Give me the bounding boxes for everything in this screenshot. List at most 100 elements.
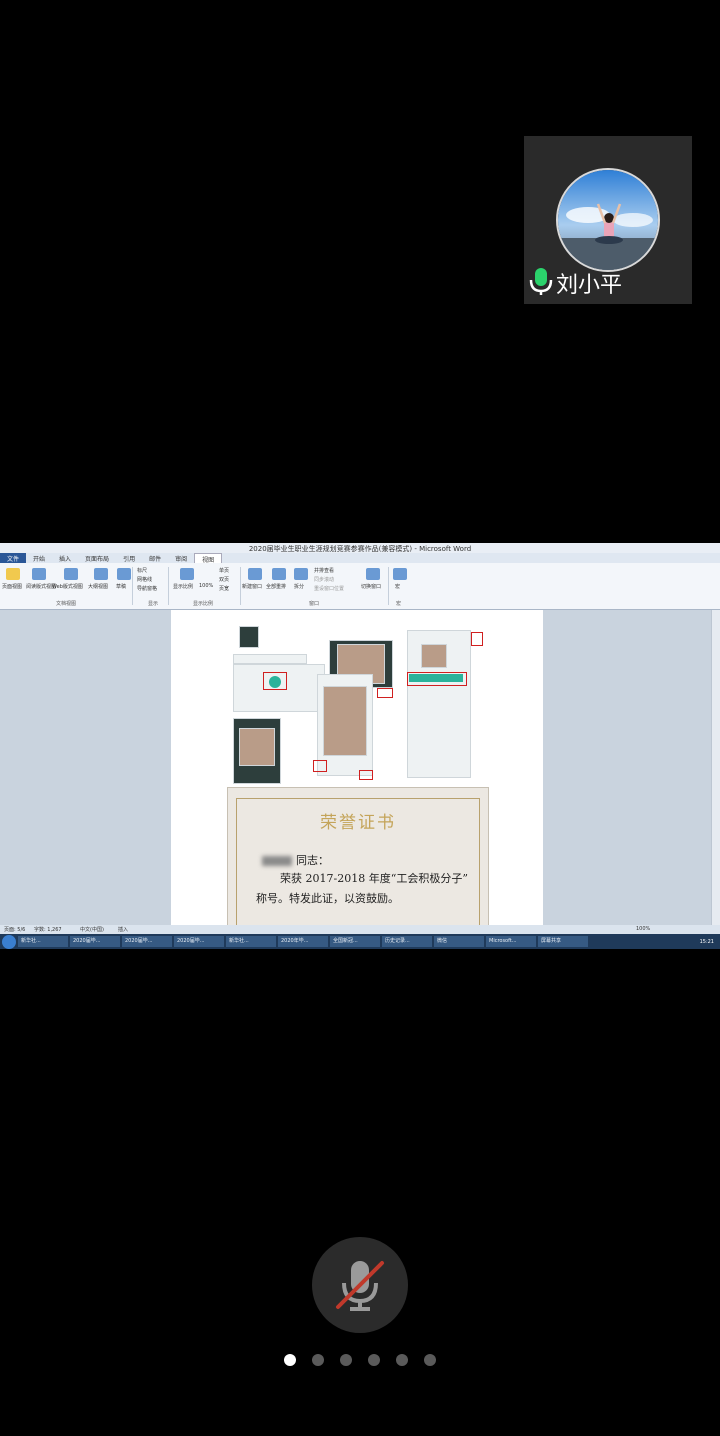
taskbar-item[interactable]: 2020届毕...: [174, 936, 224, 947]
tab-home[interactable]: 开始: [26, 553, 52, 563]
highlight-box: [359, 770, 373, 780]
ribbon-label: 全部重排: [266, 584, 287, 590]
ribbon-label: Web版式视图: [52, 584, 83, 590]
taskbar-item[interactable]: 新华社...: [226, 936, 276, 947]
tab-layout[interactable]: 页面布局: [78, 553, 116, 563]
language-indicator[interactable]: 中文(中国): [80, 926, 104, 933]
ribbon-divider: [132, 567, 133, 605]
page-indicator[interactable]: 页面: 5/6: [4, 926, 25, 933]
ribbon-tabs: 文件 开始 插入 页面布局 引用 邮件 审阅 视图: [0, 553, 720, 564]
nav-pane-checkbox[interactable]: 导航窗格: [137, 585, 157, 592]
page-view-icon[interactable]: [6, 568, 20, 580]
document-page[interactable]: 荣誉证书 同志： 荣获 2017-2018 年度“工会积极分子” 称号。特发此证…: [171, 610, 543, 929]
taskbar-item[interactable]: 屏幕共享: [538, 936, 588, 947]
reading-view-icon[interactable]: [32, 568, 46, 580]
ribbon-label: 草稿: [116, 584, 127, 590]
taskbar-item[interactable]: 新华社...: [18, 936, 68, 947]
taskbar-clock: 15:21: [699, 938, 714, 945]
certificate-photo-thumb: [421, 644, 447, 668]
highlight-box: [377, 688, 393, 698]
web-view-icon[interactable]: [64, 568, 78, 580]
taskbar-item[interactable]: 历史记录...: [382, 936, 432, 947]
participant-name: 刘小平: [556, 273, 623, 298]
ribbon-divider: [168, 567, 169, 605]
certificate-greeting-line: 同志：: [262, 852, 329, 868]
status-bar: 页面: 5/6 字数: 1,267 中文(中国) 插入 100%: [0, 925, 720, 934]
draft-view-icon[interactable]: [117, 568, 131, 580]
ruler-checkbox[interactable]: 标尺: [137, 567, 147, 574]
ribbon-label: 大纲视图: [88, 584, 109, 590]
word-title-bar: 2020届毕业生职业生涯规划竞赛参赛作品(兼容模式) - Microsoft W…: [0, 543, 720, 553]
switch-window-icon[interactable]: [366, 568, 380, 580]
tab-review[interactable]: 审阅: [168, 553, 194, 563]
ribbon-label: 页面视图: [2, 584, 23, 590]
taskbar-item[interactable]: 2020届毕...: [122, 936, 172, 947]
page-dot[interactable]: [312, 1354, 324, 1366]
certificate-photo-thumb: [323, 686, 367, 756]
outline-view-icon[interactable]: [94, 568, 108, 580]
taskbar-item[interactable]: 2020年毕...: [278, 936, 328, 947]
ribbon-group-label: 宏: [396, 601, 402, 607]
page-dot[interactable]: [424, 1354, 436, 1366]
ribbon: 页面视图 阅读版式视图 Web版式视图 大纲视图 草稿 文档视图 标尺 网格线 …: [0, 563, 720, 610]
page-width-button[interactable]: 页宽: [219, 585, 229, 592]
page-dot[interactable]: [368, 1354, 380, 1366]
sync-scroll-button[interactable]: 同步滚动: [314, 576, 334, 583]
tab-mailings[interactable]: 邮件: [142, 553, 168, 563]
camscanner-logo: [239, 626, 259, 648]
tab-view[interactable]: 视图: [194, 553, 223, 564]
certificate-title: 荣誉证书: [320, 813, 396, 833]
taskbar-item[interactable]: 微信: [434, 936, 484, 947]
tab-file[interactable]: 文件: [0, 553, 27, 563]
tab-references[interactable]: 引用: [116, 553, 142, 563]
taskbar-item[interactable]: 全国新冠...: [330, 936, 380, 947]
split-icon[interactable]: [294, 568, 308, 580]
arrange-all-icon[interactable]: [272, 568, 286, 580]
ribbon-group-label: 显示比例: [193, 601, 214, 607]
macro-icon[interactable]: [393, 568, 407, 580]
ribbon-group-label: 文档视图: [56, 601, 77, 607]
taskbar-item[interactable]: 2020届毕...: [70, 936, 120, 947]
avatar: [556, 168, 660, 272]
ribbon-label: 新建窗口: [242, 584, 263, 590]
ribbon-divider: [240, 567, 241, 605]
highlight-box: [471, 632, 483, 646]
certificate-greeting: 同志：: [296, 854, 329, 867]
ribbon-label: 宏: [395, 584, 401, 590]
page-dot[interactable]: [396, 1354, 408, 1366]
highlight-box: [407, 672, 467, 686]
tab-insert[interactable]: 插入: [52, 553, 78, 563]
microphone-icon: [528, 266, 554, 300]
windows-taskbar: 新华社... 2020届毕... 2020届毕... 2020届毕... 新华社…: [0, 934, 720, 949]
ribbon-divider: [388, 567, 389, 605]
shared-screen[interactable]: 2020届毕业生职业生涯规划竞赛参赛作品(兼容模式) - Microsoft W…: [0, 543, 720, 949]
document-area: 荣誉证书 同志： 荣获 2017-2018 年度“工会积极分子” 称号。特发此证…: [0, 610, 712, 929]
insert-mode[interactable]: 插入: [118, 926, 128, 933]
side-by-side-button[interactable]: 并排查看: [314, 567, 334, 574]
zoom-icon[interactable]: [180, 568, 194, 580]
ribbon-label: 100%: [199, 583, 214, 589]
app-header-strip: [233, 654, 307, 664]
two-pages-button[interactable]: 双页: [219, 576, 229, 583]
vertical-scrollbar[interactable]: [711, 610, 720, 925]
certificate-line-2: 称号。特发此证，以资鼓励。: [256, 892, 399, 905]
windows-start-icon[interactable]: [2, 934, 16, 949]
mute-button[interactable]: [312, 1237, 408, 1333]
page-indicator-dots: [284, 1354, 436, 1366]
ribbon-label: 显示比例: [173, 584, 194, 590]
page-dot[interactable]: [340, 1354, 352, 1366]
participant-tile[interactable]: 刘小平: [524, 136, 692, 304]
one-page-button[interactable]: 单页: [219, 567, 229, 574]
reset-window-button[interactable]: 重设窗口位置: [314, 585, 344, 592]
participant-label: 刘小平: [528, 266, 622, 300]
redacted-name: [262, 856, 292, 866]
page-dot[interactable]: [284, 1354, 296, 1366]
taskbar-item[interactable]: Microsoft...: [486, 936, 536, 947]
ribbon-label: 切换窗口: [361, 584, 382, 590]
microphone-muted-icon: [336, 1261, 384, 1311]
new-window-icon[interactable]: [248, 568, 262, 580]
word-count[interactable]: 字数: 1,267: [34, 926, 62, 933]
zoom-level[interactable]: 100%: [636, 926, 650, 932]
ribbon-label: 拆分: [294, 584, 305, 590]
gridlines-checkbox[interactable]: 网格线: [137, 576, 152, 583]
